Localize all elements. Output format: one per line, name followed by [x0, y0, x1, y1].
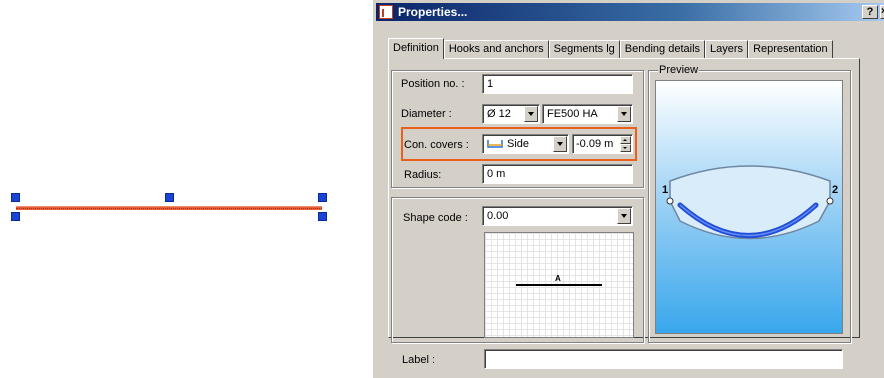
close-button[interactable]: × — [880, 5, 884, 19]
grip-end-bottom[interactable] — [318, 212, 327, 221]
point-2-label: 2 — [832, 184, 839, 196]
tab-segments-lg[interactable]: Segments lg — [548, 40, 620, 59]
covers-highlight — [401, 127, 637, 161]
dialog-title: Properties... — [398, 5, 468, 19]
diameter-select[interactable]: Ø 12 — [482, 104, 540, 124]
rebar-centerline — [16, 208, 322, 209]
tab-strip: Definition Hooks and anchors Segments lg… — [388, 38, 833, 59]
diameter-label: Diameter : — [401, 108, 452, 120]
grip-midpoint[interactable] — [165, 193, 174, 202]
tab-bending-details[interactable]: Bending details — [619, 40, 706, 59]
drawing-canvas[interactable] — [0, 0, 372, 378]
grip-start-top[interactable] — [11, 193, 20, 202]
label-input[interactable] — [484, 349, 843, 369]
bending-preview: 1 2 — [655, 80, 843, 334]
position-label: Position no. : — [401, 78, 465, 90]
segment-line — [516, 284, 602, 286]
chevron-down-icon[interactable] — [617, 106, 631, 122]
tab-layers[interactable]: Layers — [705, 40, 749, 59]
position-input[interactable]: 1 — [482, 74, 633, 94]
help-button[interactable]: ? — [862, 5, 878, 19]
rebar-app-icon — [379, 5, 393, 19]
shape-preview: A — [484, 232, 634, 338]
steel-grade-value: FE500 HA — [547, 108, 598, 120]
point-1-label: 1 — [662, 184, 669, 196]
shape-code-select[interactable]: 0.00 — [482, 206, 633, 226]
radius-input[interactable]: 0 m — [482, 164, 633, 184]
shape-code-value: 0.00 — [487, 210, 509, 222]
segment-label: A — [555, 274, 561, 283]
grip-end-top[interactable] — [318, 193, 327, 202]
diameter-value: Ø 12 — [487, 108, 511, 120]
shape-code-label: Shape code : — [403, 212, 468, 224]
tab-hooks-and-anchors[interactable]: Hooks and anchors — [443, 40, 549, 59]
grip-start-bottom[interactable] — [11, 212, 20, 221]
chevron-down-icon[interactable] — [524, 106, 538, 122]
dialog-titlebar[interactable]: Properties... ? × — [376, 3, 884, 21]
tab-definition[interactable]: Definition — [388, 38, 444, 59]
chevron-down-icon[interactable] — [617, 208, 631, 224]
radius-label: Radius: — [404, 169, 442, 181]
steel-grade-select[interactable]: FE500 HA — [542, 104, 633, 124]
preview-label: Preview — [658, 64, 700, 76]
label-field-label: Label : — [402, 354, 436, 366]
bent-bar-diagram — [666, 165, 834, 240]
tab-representation[interactable]: Representation — [748, 40, 833, 59]
